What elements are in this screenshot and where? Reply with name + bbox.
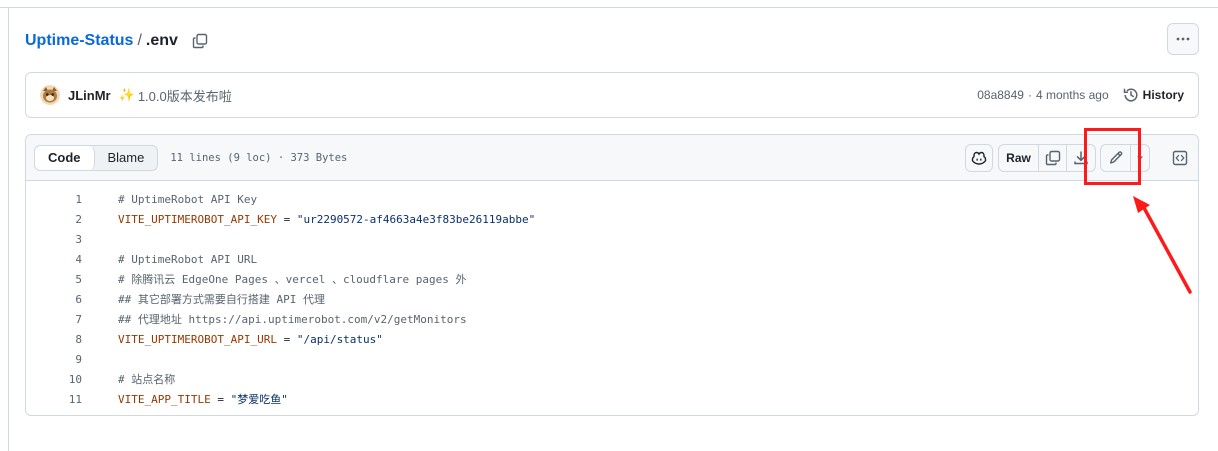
commit-dot: · [1027,88,1032,102]
kebab-icon [1176,37,1190,41]
line-content: # UptimeRobot API Key [118,192,258,206]
line-content: # UptimeRobot API URL [118,252,258,266]
commit-sha[interactable]: 08a8849 [977,88,1024,102]
file-viewer: Code Blame 11 lines (9 loc) · 373 Bytes … [25,134,1199,416]
line-content: VITE_APP_TITLE = "梦爱吃鱼" [118,393,288,406]
line-number[interactable]: 1 [26,193,82,206]
line-number[interactable]: 9 [26,353,82,366]
code-line: 9 [26,349,1198,369]
copy-icon [1045,150,1060,166]
line-content: # 除腾讯云 EdgeOne Pages 、vercel 、cloudflare… [118,273,467,286]
line-content: VITE_UPTIMEROBOT_API_KEY = "ur2290572-af… [118,212,536,226]
copy-path-button[interactable] [190,31,210,51]
code-line: 6 ## 其它部署方式需要自行搭建 API 代理 [26,289,1198,309]
copilot-icon [971,151,987,165]
line-number[interactable]: 4 [26,253,82,266]
code-line: 7 ## 代理地址 https://api.uptimerobot.com/v2/… [26,309,1198,329]
commit-message[interactable]: 1.0.0版本发布啦 [138,86,232,105]
line-number[interactable]: 6 [26,293,82,306]
copy-icon [192,33,208,49]
copilot-button[interactable] [965,144,993,172]
breadcrumb-separator: / [137,32,142,49]
download-icon [1074,151,1088,165]
code-square-icon [1172,150,1188,166]
commit-author[interactable]: JLinMr [68,88,111,103]
file-info: 11 lines (9 loc) · 373 Bytes [170,151,348,164]
history-button[interactable]: History [1123,87,1184,103]
edit-file-button[interactable] [1101,145,1131,171]
breadcrumb-repo-link[interactable]: Uptime-Status [25,32,133,50]
file-header: Code Blame 11 lines (9 loc) · 373 Bytes … [26,135,1198,181]
history-label: History [1142,88,1184,102]
code-view: 1 # UptimeRobot API Key 2 VITE_UPTIMEROBOT_… [26,181,1198,409]
line-content: VITE_UPTIMEROBOT_API_URL = "/api/status" [118,332,383,346]
line-number[interactable]: 5 [26,273,82,286]
line-number[interactable]: 7 [26,313,82,326]
code-line: 2 VITE_UPTIMEROBOT_API_KEY = "ur2290572-a… [26,209,1198,229]
history-icon [1123,88,1138,102]
commit-time: 4 months ago [1035,88,1109,102]
raw-button[interactable]: Raw [999,145,1039,171]
edit-options-dropdown[interactable] [1131,145,1149,171]
line-number[interactable]: 3 [26,233,82,246]
line-number[interactable]: 11 [26,393,82,406]
symbols-panel-button[interactable] [1166,144,1194,172]
download-button[interactable] [1067,145,1095,171]
code-line: 8 VITE_UPTIMEROBOT_API_URL = "/api/status… [26,329,1198,349]
line-number[interactable]: 8 [26,333,82,346]
edit-actions-group [1100,144,1150,172]
line-content: ## 其它部署方式需要自行搭建 API 代理 [118,293,325,306]
tab-blame[interactable]: Blame [95,146,158,170]
code-line: 1 # UptimeRobot API Key [26,189,1198,209]
latest-commit-bar: JLinMr ✨ 1.0.0版本发布啦 08a8849 · 4 months a… [25,72,1199,118]
breadcrumb: Uptime-Status / .env [25,30,210,52]
breadcrumb-file-name: .env [145,32,178,49]
code-line: 5 # 除腾讯云 EdgeOne Pages 、vercel 、cloudflar… [26,269,1198,289]
view-mode-toggle: Code Blame [34,144,159,171]
code-line: 10 # 站点名称 [26,369,1198,389]
triangle-down-icon [1137,156,1143,160]
line-content: ## 代理地址 https://api.uptimerobot.com/v2/g… [118,313,467,326]
line-number[interactable]: 2 [26,213,82,226]
line-number[interactable]: 10 [26,373,82,386]
tab-code[interactable]: Code [35,145,95,170]
line-content: # 站点名称 [118,373,176,386]
pencil-icon [1109,151,1122,164]
code-line: 3 [26,229,1198,249]
code-line: 11 VITE_APP_TITLE = "梦爱吃鱼" [26,389,1198,409]
code-line: 4 # UptimeRobot API URL [26,249,1198,269]
top-border [0,7,1218,8]
more-options-button[interactable] [1167,23,1199,55]
left-border [8,7,9,451]
file-actions-group: Raw [998,144,1096,172]
sparkle-icon: ✨ [118,87,135,102]
copy-raw-button[interactable] [1039,145,1067,171]
commit-meta: 08a8849 · 4 months ago History [977,87,1184,103]
author-avatar[interactable] [40,85,60,105]
